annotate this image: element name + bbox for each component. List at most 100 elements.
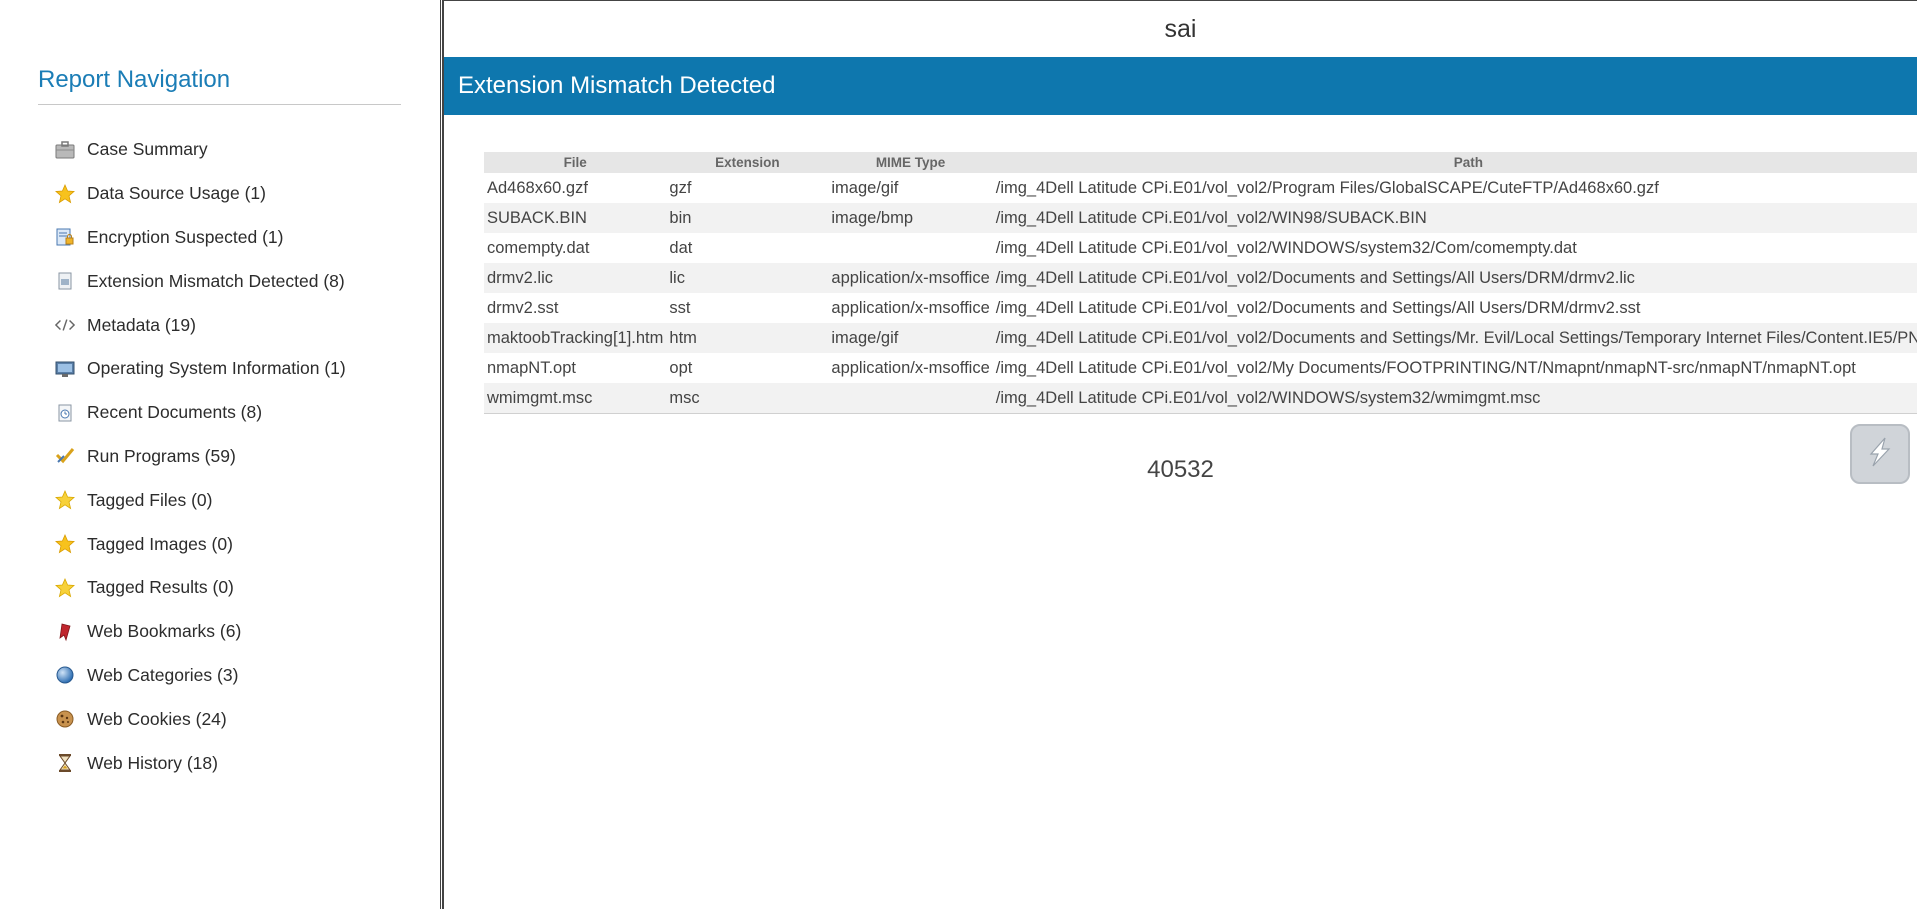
report-window: Report Navigation Case Summary Data Sour… xyxy=(0,0,1917,909)
hourglass-icon xyxy=(55,753,75,773)
nav-item-os-information[interactable]: Operating System Information (1) xyxy=(55,347,346,391)
floating-action-button[interactable] xyxy=(1850,424,1910,484)
case-name: sai xyxy=(1164,15,1197,43)
lock-document-icon xyxy=(55,227,75,247)
table-row: Ad468x60.gzf gzf image/gif /img_4Dell La… xyxy=(484,173,1917,203)
nav-item-label: Recent Documents (8) xyxy=(87,402,263,423)
cell-extension: bin xyxy=(666,203,829,233)
nav-item-label: Extension Mismatch Detected (8) xyxy=(87,270,345,291)
nav-item-label: Metadata (19) xyxy=(87,314,196,335)
table-row: drmv2.lic lic application/x-msoffice /im… xyxy=(484,263,1917,293)
globe-icon xyxy=(55,665,75,685)
nav-title: Report Navigation xyxy=(38,66,231,93)
nav-item-label: Tagged Images (0) xyxy=(87,533,233,554)
cell-mime-type: application/x-msoffice xyxy=(831,298,990,317)
content-panel: sai Extension Mismatch Detected File Ext… xyxy=(444,0,1917,909)
cell-file: comempty.dat xyxy=(487,238,590,257)
cell-path: /img_4Dell Latitude CPi.E01/vol_vol2/WIN… xyxy=(992,383,1917,414)
cell-file: drmv2.lic xyxy=(484,263,667,293)
cell-file: maktoobTracking[1].htm xyxy=(484,323,667,353)
briefcase-icon xyxy=(55,140,75,160)
table-row: comempty.dat dat /img_4Dell Latitude CPi… xyxy=(484,233,1917,263)
cell-extension: gzf xyxy=(669,178,692,197)
nav-item-web-bookmarks[interactable]: Web Bookmarks (6) xyxy=(55,610,346,654)
table-row: nmapNT.opt opt application/x-msoffice /i… xyxy=(484,353,1917,383)
table-row: wmimgmt.msc msc /img_4Dell Latitude CPi.… xyxy=(484,383,1917,414)
results-table: File Extension MIME Type Path Ad468x60.g… xyxy=(484,152,1917,414)
cell-extension: lic xyxy=(666,263,829,293)
nav-item-data-source-usage[interactable]: Data Source Usage (1) xyxy=(55,172,346,216)
star-icon xyxy=(55,183,75,204)
nav-item-label: Web Categories (3) xyxy=(87,664,239,685)
code-tag-icon xyxy=(55,315,75,335)
column-header-mime-type: MIME Type xyxy=(828,152,993,173)
lightning-icon xyxy=(1863,435,1897,474)
cell-path: /img_4Dell Latitude CPi.E01/vol_vol2/WIN… xyxy=(992,203,1917,233)
nav-item-label: Web Cookies (24) xyxy=(87,708,227,729)
section-title: Extension Mismatch Detected xyxy=(444,57,1917,115)
cell-file: SUBACK.BIN xyxy=(484,203,667,233)
run-program-icon xyxy=(55,446,75,466)
cell-mime-type xyxy=(828,383,993,414)
nav-item-label: Web Bookmarks (6) xyxy=(87,621,242,642)
star-icon xyxy=(55,490,75,510)
cell-mime-type xyxy=(828,233,992,263)
nav-item-label: Operating System Information (1) xyxy=(87,358,346,379)
table-row: drmv2.sst sst application/x-msoffice /im… xyxy=(484,293,1917,323)
column-header-path: Path xyxy=(992,152,1917,173)
file-mismatch-icon xyxy=(55,271,75,291)
column-header-file: File xyxy=(484,152,667,173)
table-header-row: File Extension MIME Type Path xyxy=(484,152,1917,173)
nav-item-tagged-files[interactable]: Tagged Files (0) xyxy=(55,478,346,522)
nav-item-label: Encryption Suspected (1) xyxy=(87,226,284,247)
nav-divider xyxy=(38,104,401,105)
nav-item-label: Tagged Files (0) xyxy=(87,489,213,510)
nav-item-label: Case Summary xyxy=(87,139,208,160)
nav-item-label: Data Source Usage (1) xyxy=(87,183,266,204)
nav-item-label: Run Programs (59) xyxy=(87,445,236,466)
bookmark-icon xyxy=(55,622,75,642)
cell-extension: opt xyxy=(669,358,693,377)
cell-path: /img_4Dell Latitude CPi.E01/vol_vol2/WIN… xyxy=(995,238,1577,257)
nav-item-tagged-results[interactable]: Tagged Results (0) xyxy=(55,566,346,610)
nav-item-label: Tagged Results (0) xyxy=(87,577,234,598)
cell-mime-type: image/gif xyxy=(831,178,899,197)
computer-icon xyxy=(55,359,75,379)
cell-extension: sst xyxy=(669,298,691,317)
cell-mime-type: image/gif xyxy=(828,323,993,353)
footer-number: 40532 xyxy=(1147,456,1214,483)
cell-file: Ad468x60.gzf xyxy=(487,178,588,197)
cell-file: wmimgmt.msc xyxy=(484,383,667,414)
cell-mime-type: application/x-msoffice xyxy=(831,358,990,377)
cell-file: drmv2.sst xyxy=(487,298,559,317)
star-icon xyxy=(55,577,75,598)
cell-mime-type: application/x-msoffice xyxy=(828,263,993,293)
nav-item-web-cookies[interactable]: Web Cookies (24) xyxy=(55,697,346,741)
nav-item-web-categories[interactable]: Web Categories (3) xyxy=(55,654,346,698)
nav-item-recent-documents[interactable]: Recent Documents (8) xyxy=(55,391,346,435)
table-row: maktoobTracking[1].htm htm image/gif /im… xyxy=(484,323,1917,353)
nav-item-run-programs[interactable]: Run Programs (59) xyxy=(55,435,346,479)
cookie-icon xyxy=(55,709,75,729)
cell-path: /img_4Dell Latitude CPi.E01/vol_vol2/Doc… xyxy=(992,263,1917,293)
cell-mime-type: image/bmp xyxy=(828,203,993,233)
cell-extension: dat xyxy=(669,238,693,257)
cell-path: /img_4Dell Latitude CPi.E01/vol_vol2/Doc… xyxy=(995,298,1641,317)
table-row: SUBACK.BIN bin image/bmp /img_4Dell Lati… xyxy=(484,203,1917,233)
nav-item-web-history[interactable]: Web History (18) xyxy=(55,741,346,785)
nav-item-tagged-images[interactable]: Tagged Images (0) xyxy=(55,522,346,566)
cell-path: /img_4Dell Latitude CPi.E01/vol_vol2/Pro… xyxy=(995,178,1659,197)
recent-document-icon xyxy=(55,403,75,423)
star-icon xyxy=(55,534,75,554)
nav-item-extension-mismatch[interactable]: Extension Mismatch Detected (8) xyxy=(55,259,346,303)
cell-extension: htm xyxy=(666,323,829,353)
nav-item-metadata[interactable]: Metadata (19) xyxy=(55,303,346,347)
cell-extension: msc xyxy=(666,383,829,414)
cell-path: /img_4Dell Latitude CPi.E01/vol_vol2/My … xyxy=(995,358,1856,377)
nav-item-case-summary[interactable]: Case Summary xyxy=(55,128,346,172)
cell-path: /img_4Dell Latitude CPi.E01/vol_vol2/Doc… xyxy=(992,323,1917,353)
nav-list: Case Summary Data Source Usage (1) Encry… xyxy=(55,128,346,785)
nav-item-label: Web History (18) xyxy=(87,752,218,773)
nav-item-encryption-suspected[interactable]: Encryption Suspected (1) xyxy=(55,216,346,260)
column-header-extension: Extension xyxy=(666,152,829,173)
